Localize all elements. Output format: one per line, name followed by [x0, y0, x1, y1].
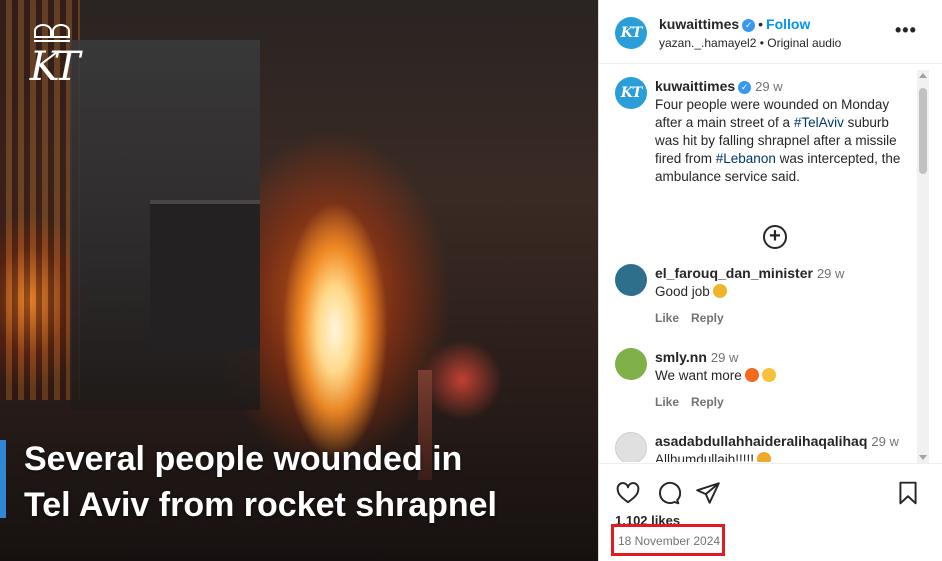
caption-username[interactable]: kuwaittimes	[655, 78, 735, 94]
comment-username[interactable]: el_farouq_dan_minister	[655, 265, 813, 281]
commenter-avatar[interactable]	[615, 264, 647, 296]
comment-username[interactable]: asadabdullahhaideralihaqalihaq	[655, 433, 867, 449]
commenter-avatar[interactable]	[615, 432, 647, 462]
post-video[interactable]: KT Several people wounded in Tel Aviv fr…	[0, 0, 598, 561]
audio-line[interactable]: yazan._.hamayel2 • Original audio	[659, 36, 841, 50]
verified-badge-icon: ✓	[738, 81, 752, 94]
comment-username[interactable]: smly.nn	[655, 349, 707, 365]
comments-scrollbar[interactable]	[917, 70, 929, 463]
like-comment-button[interactable]: Like	[655, 395, 679, 409]
caption-time: 29 w	[755, 79, 783, 94]
comment-content: smly.nn 29 w We want more	[655, 348, 915, 385]
heart-icon[interactable]	[615, 480, 641, 506]
comment-actions: Like Reply	[655, 395, 736, 409]
author-username[interactable]: kuwaittimes	[659, 16, 739, 32]
building-balcony	[150, 200, 260, 350]
post-sidebar: KT kuwaittimes ✓ • Follow yazan._.hamayel2 …	[598, 0, 942, 561]
plus-circle-icon[interactable]: +	[763, 225, 787, 249]
fire-icon	[744, 368, 759, 382]
more-horizontal-icon[interactable]: •••	[895, 20, 917, 41]
comment-text: Good job	[655, 284, 710, 299]
headline-line-1: Several people wounded in	[24, 440, 463, 478]
comment-content: asadabdullahhaideralihaqalihaq 29 w Allhu…	[655, 432, 915, 462]
thumbs-up-icon	[712, 284, 727, 298]
caption-avatar[interactable]: KT	[615, 77, 647, 109]
video-headline: Several people wounded in Tel Aviv from …	[24, 436, 584, 528]
headline-accent-bar	[0, 440, 6, 518]
scroll-up-arrow-icon[interactable]	[919, 73, 927, 78]
comment-time: 29 w	[816, 266, 845, 281]
bookmark-icon[interactable]	[895, 480, 921, 506]
comment-text: Allhumdullaih!!!!!	[655, 452, 755, 462]
comment-time: 29 w	[710, 350, 739, 365]
verified-badge-icon: ✓	[742, 19, 756, 32]
author-avatar[interactable]: KT	[615, 17, 647, 49]
author-line: kuwaittimes ✓ • Follow	[659, 16, 810, 34]
post-actions: 1,102 likes 18 November 2024	[599, 463, 942, 561]
post-date[interactable]: 18 November 2024	[618, 534, 721, 548]
comment-content: el_farouq_dan_minister 29 w Good job	[655, 264, 915, 301]
crown-icon	[34, 22, 70, 42]
hashtag-telaviv[interactable]: #TelAviv	[794, 115, 844, 130]
send-icon[interactable]	[695, 480, 721, 506]
hashtag-lebanon[interactable]: #Lebanon	[716, 151, 776, 166]
logo-monogram: KT	[29, 44, 81, 90]
comment-text: We want more	[655, 368, 742, 383]
comment-time: 29 w	[871, 434, 899, 449]
scroll-down-arrow-icon[interactable]	[919, 455, 927, 460]
separator-dot: •	[758, 16, 764, 32]
comment-item: asadabdullahhaideralihaqalihaq 29 w Allhu…	[615, 432, 915, 462]
follow-button[interactable]: Follow	[766, 16, 810, 32]
comments-list[interactable]: KT kuwaittimes ✓ 29 w Four people were wou…	[599, 65, 942, 462]
comment-actions: Like Reply	[655, 311, 736, 325]
caption-content: kuwaittimes ✓ 29 w Four people were wounde…	[655, 77, 915, 186]
date-highlight-box: 18 November 2024	[611, 524, 725, 556]
comment-item: smly.nn 29 w We want more Like Reply	[615, 348, 915, 418]
reply-button[interactable]: Reply	[691, 395, 724, 409]
headline-line-2: Tel Aviv from rocket shrapnel	[24, 486, 497, 524]
post-header: KT kuwaittimes ✓ • Follow yazan._.hamayel2 …	[599, 0, 942, 64]
smiling-face-icon	[761, 368, 776, 382]
commenter-avatar[interactable]	[615, 348, 647, 380]
comment-icon[interactable]	[655, 480, 681, 506]
comment-item: el_farouq_dan_minister 29 w Good job Like…	[615, 264, 915, 334]
raised-hands-icon	[757, 452, 772, 462]
scroll-thumb[interactable]	[919, 88, 927, 174]
reply-button[interactable]: Reply	[691, 311, 724, 325]
kuwait-times-logo: KT	[20, 22, 84, 94]
like-comment-button[interactable]: Like	[655, 311, 679, 325]
